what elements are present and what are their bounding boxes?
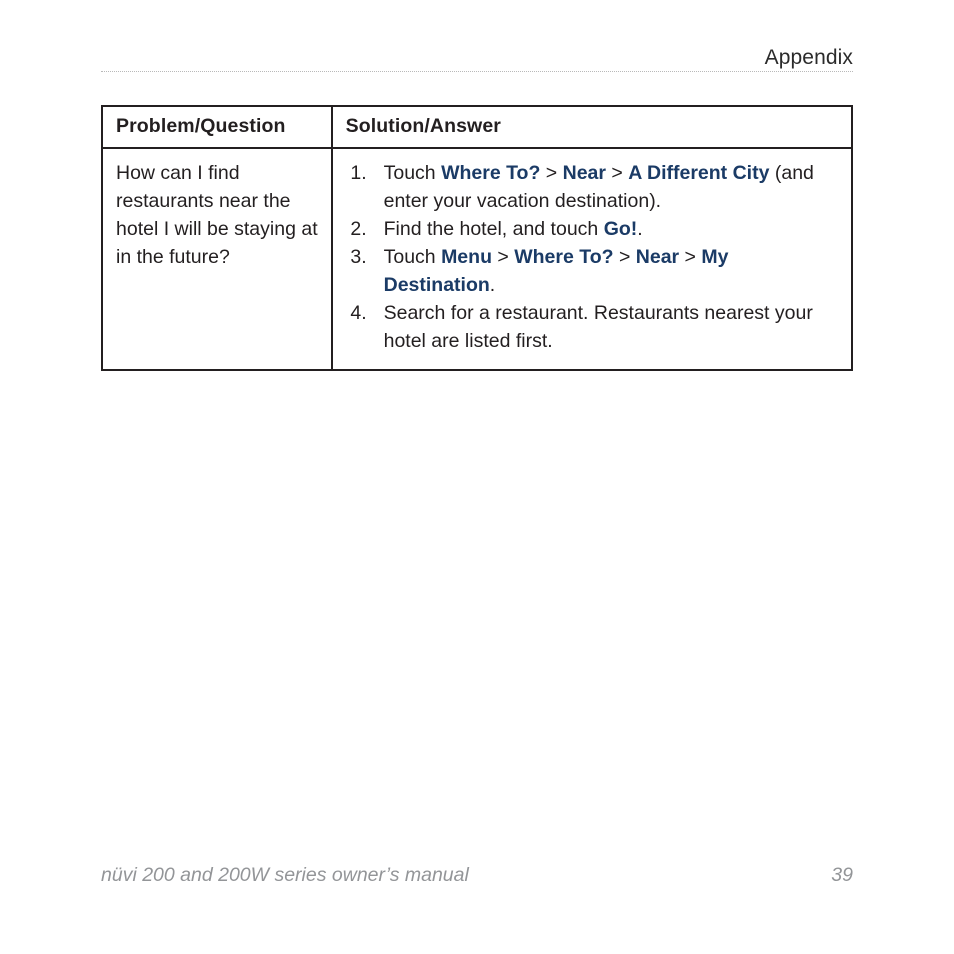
step-number: 1.: [350, 162, 367, 184]
step-text: Find the hotel, and touch Go!.: [384, 218, 643, 240]
step-item: 2. Find the hotel, and touch Go!.: [343, 215, 841, 243]
ui-term: Menu: [441, 246, 492, 268]
table-header-row: Problem/Question Solution/Answer: [101, 105, 854, 149]
path-separator: >: [613, 246, 636, 268]
ui-term: A Different City: [628, 162, 770, 184]
column-header-solution-label: Solution/Answer: [345, 115, 501, 137]
step-text: Search for a restaurant. Restaurants nea…: [384, 302, 813, 352]
path-separator: >: [540, 162, 563, 184]
column-header-problem-label: Problem/Question: [116, 115, 286, 137]
page-footer: nüvi 200 and 200W series owner’s manual …: [101, 864, 853, 894]
ui-term: Near: [635, 246, 680, 268]
column-header-solution: Solution/Answer: [330, 105, 854, 149]
page-number: 39: [831, 864, 853, 886]
ui-term: Go!: [603, 218, 638, 240]
ui-term: Where To?: [441, 162, 541, 184]
step-text-run: Find the hotel, and touch: [383, 218, 604, 240]
step-text-run: Touch: [383, 246, 442, 268]
question-text: How can I find restaurants near the hote…: [116, 162, 318, 268]
manual-title: nüvi 200 and 200W series owner’s manual: [101, 864, 469, 886]
ui-term: Where To?: [514, 246, 614, 268]
step-item: 4. Search for a restaurant. Restaurants n…: [343, 299, 841, 355]
problem-solution-table: Problem/Question Solution/Answer How can…: [101, 105, 854, 371]
step-number: 2.: [350, 218, 367, 240]
step-text-run: .: [637, 218, 643, 240]
step-list: 1. Touch Where To? > Near > A Different C…: [343, 159, 841, 355]
column-header-problem: Problem/Question: [101, 105, 333, 149]
step-number: 4.: [350, 302, 367, 324]
running-header: Appendix: [101, 46, 853, 70]
step-number: 3.: [350, 246, 367, 268]
question-cell: How can I find restaurants near the hote…: [101, 147, 333, 371]
step-text-run: .: [489, 274, 496, 296]
step-text: Touch Menu > Where To? > Near > My Desti…: [384, 246, 729, 296]
path-separator: >: [679, 246, 702, 268]
table-row: How can I find restaurants near the hote…: [101, 147, 854, 371]
step-item: 1. Touch Where To? > Near > A Different C…: [343, 159, 841, 215]
step-item: 3. Touch Menu > Where To? > Near > My Des…: [343, 243, 841, 299]
step-text-run: Search for a restaurant. Restaurants nea…: [383, 302, 813, 352]
path-separator: >: [491, 246, 515, 268]
path-separator: >: [605, 162, 629, 184]
answer-cell: 1. Touch Where To? > Near > A Different C…: [330, 147, 854, 371]
page-content: Appendix Problem/Question Solution/Answe…: [101, 0, 854, 954]
step-text: Touch Where To? > Near > A Different Cit…: [384, 162, 814, 212]
page-title: Appendix: [764, 46, 853, 69]
step-text-run: Touch: [383, 162, 442, 184]
answer-content: 1. Touch Where To? > Near > A Different C…: [333, 149, 851, 369]
header-divider: [101, 71, 853, 73]
ui-term: Near: [562, 162, 606, 184]
